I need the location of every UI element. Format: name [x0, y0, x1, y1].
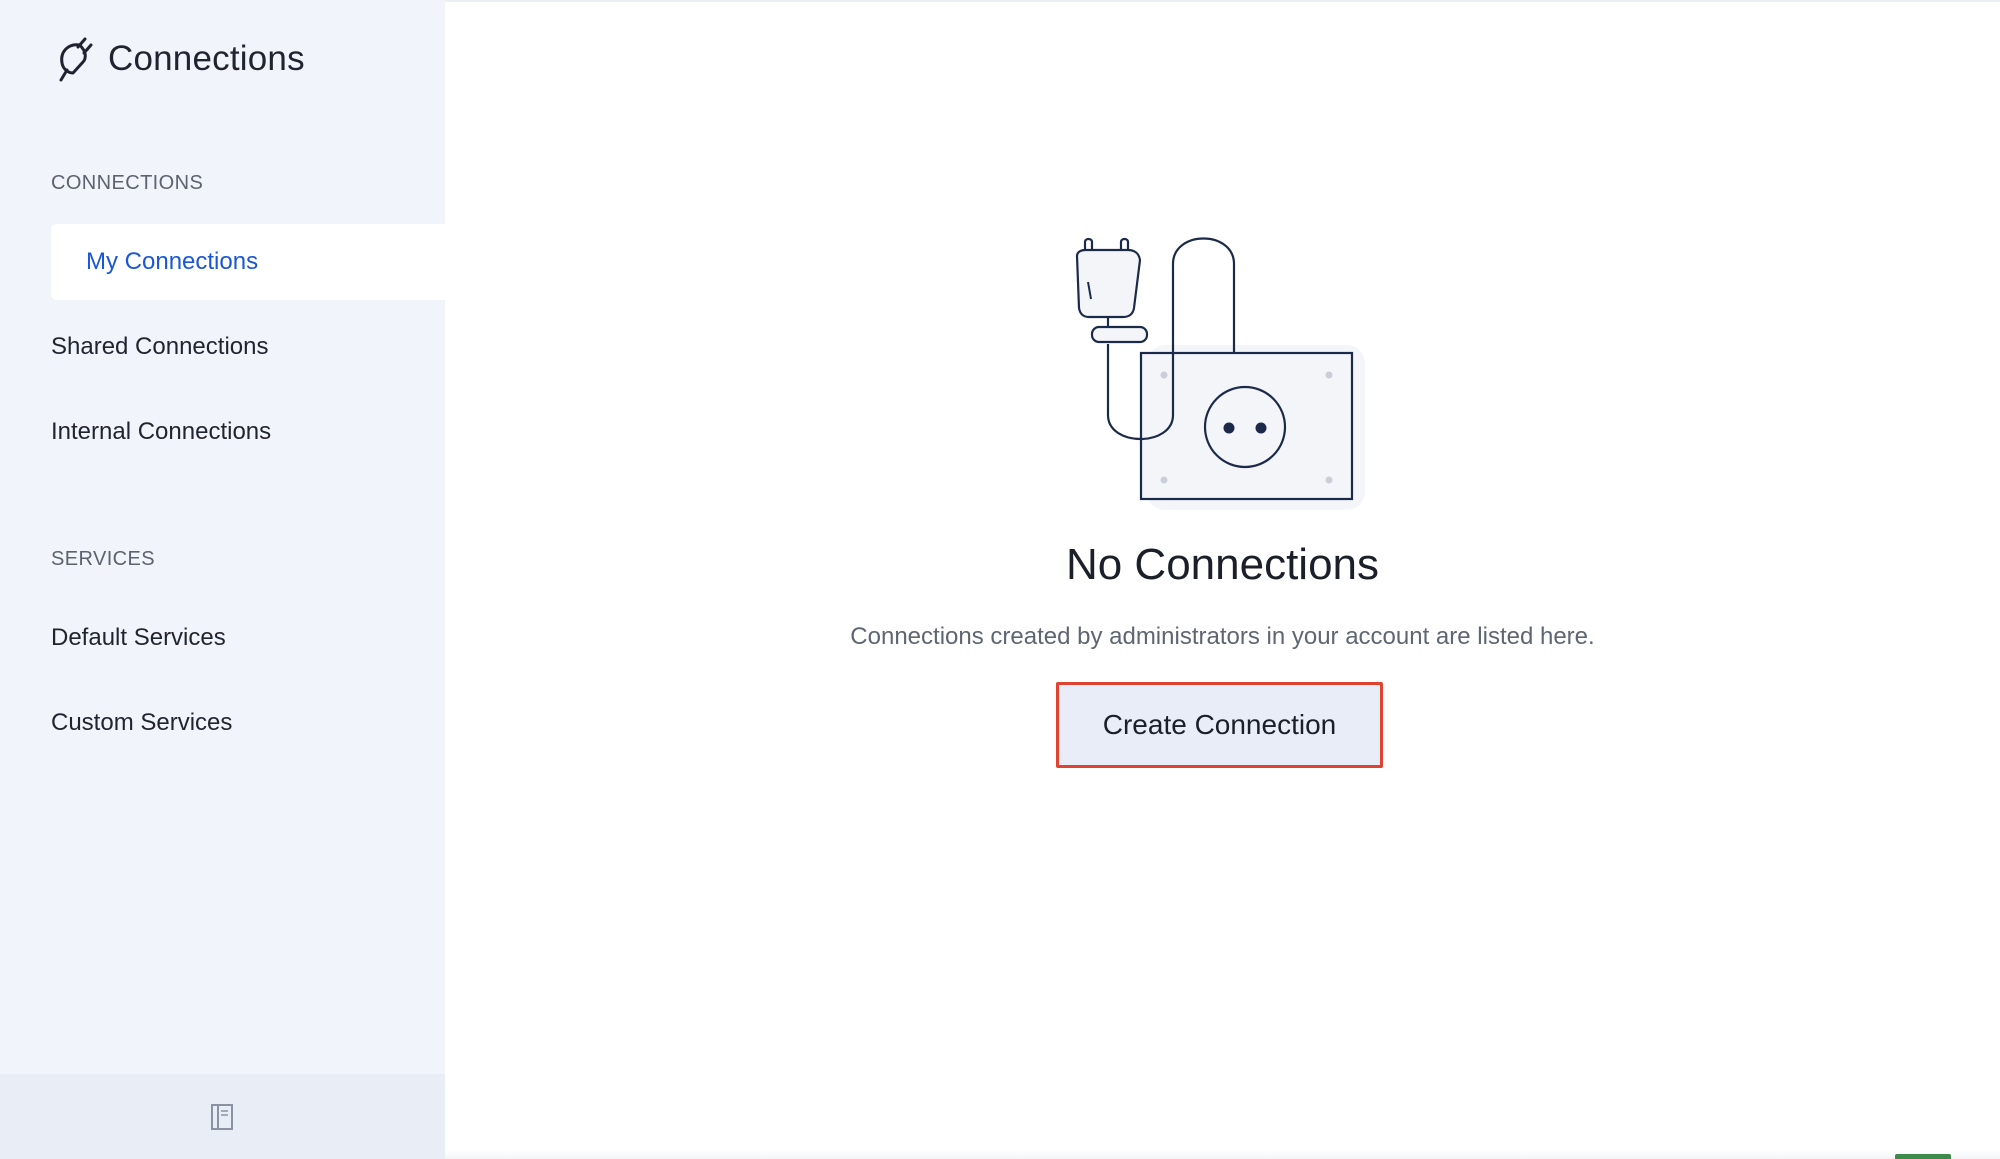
bottom-edge: [445, 1150, 2000, 1159]
app-title: Connections: [108, 39, 305, 78]
empty-state-title: No Connections: [1065, 540, 1380, 589]
sidebar: Connections CONNECTIONS My Connections S…: [0, 0, 445, 1159]
app-header: Connections: [56, 36, 305, 82]
status-indicator: [1895, 1154, 1951, 1159]
sidebar-item-shared-connections[interactable]: Shared Connections: [51, 333, 268, 361]
top-divider: [445, 0, 2000, 2]
sidebar-item-my-connections[interactable]: My Connections: [51, 224, 445, 300]
section-label-services: SERVICES: [51, 548, 155, 570]
app-window: Connections CONNECTIONS My Connections S…: [0, 0, 2000, 1159]
sidebar-item-internal-connections[interactable]: Internal Connections: [51, 418, 271, 446]
sidebar-item-custom-services[interactable]: Custom Services: [51, 709, 232, 737]
plug-socket-illustration: [1075, 237, 1365, 510]
section-label-connections: CONNECTIONS: [51, 172, 204, 194]
collapse-sidebar-icon[interactable]: [208, 1102, 236, 1132]
create-connection-button[interactable]: Create Connection: [1056, 682, 1383, 768]
empty-state-description: Connections created by administrators in…: [850, 623, 1595, 650]
sidebar-item-default-services[interactable]: Default Services: [51, 624, 226, 652]
plug-icon: [59, 37, 93, 82]
sidebar-footer: [0, 1074, 445, 1159]
